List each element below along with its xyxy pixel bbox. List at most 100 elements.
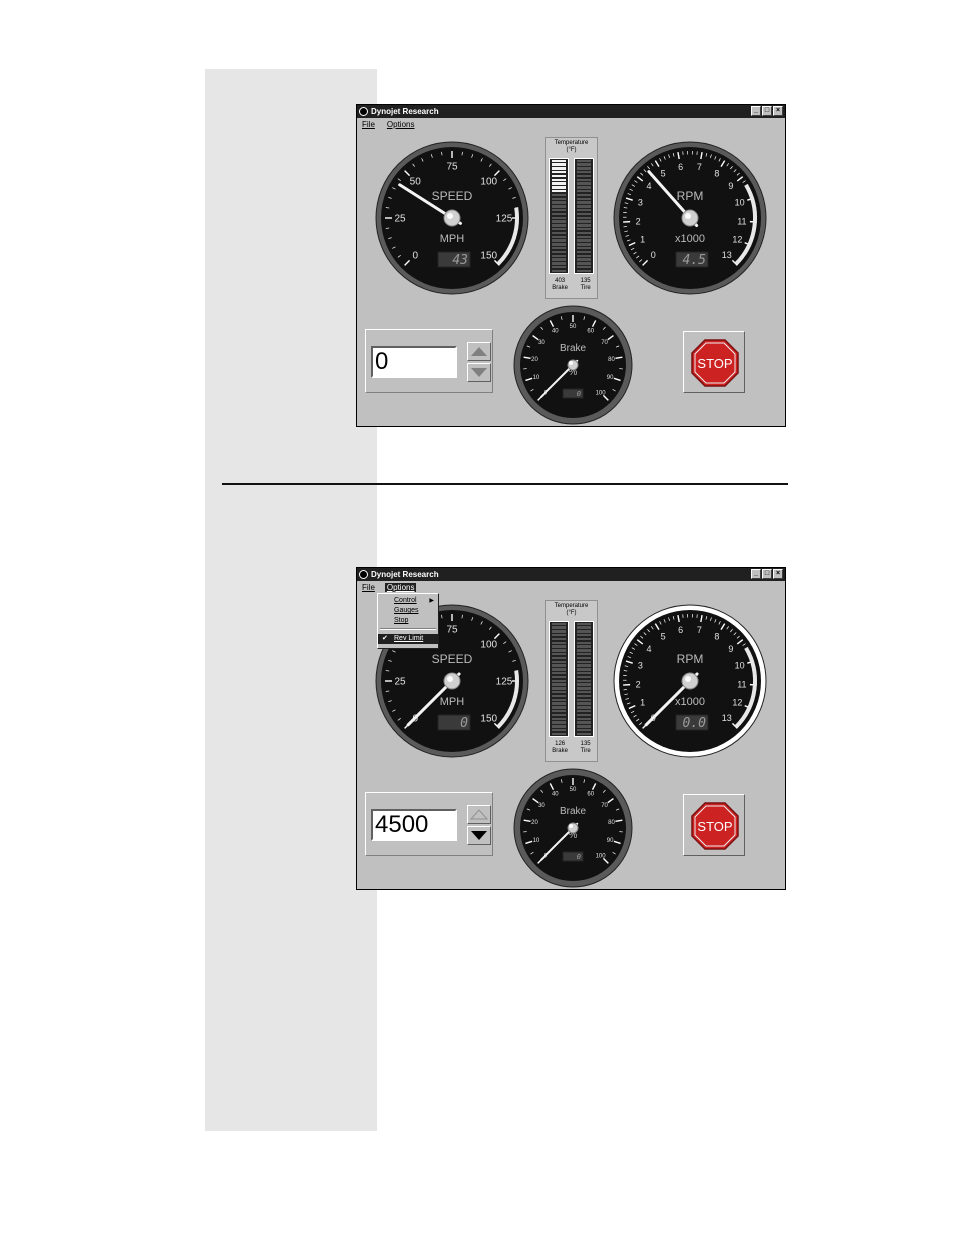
temperature-title: Temperature [554, 603, 589, 609]
triangle-up-icon [471, 347, 487, 356]
control-value-input[interactable]: 0 [371, 346, 457, 378]
gauge-tick-label: 11 [737, 216, 746, 226]
temp-segment [577, 706, 591, 709]
menu-item-rev-limit[interactable]: ✔ Rev Limit [378, 634, 438, 644]
minimize-icon[interactable]: _ [751, 569, 761, 579]
temp-segment [577, 235, 591, 239]
menu-options[interactable]: Options [384, 582, 417, 592]
gauge-tick-label: 7 [697, 162, 702, 172]
temp-segment [577, 193, 591, 197]
maximize-icon[interactable]: □ [762, 569, 772, 579]
close-icon[interactable]: × [773, 106, 783, 116]
temp-segment [552, 170, 566, 174]
minimize-icon[interactable]: _ [751, 106, 761, 116]
temp-segment [552, 262, 566, 265]
temp-segment [552, 683, 566, 686]
temp-segment [577, 702, 591, 705]
spin-up-button[interactable] [467, 805, 491, 824]
temp-segment [552, 706, 566, 709]
title-bar[interactable]: Dynojet Research _ □ × [357, 105, 785, 118]
temp-segment [552, 664, 566, 667]
temp-segment [577, 679, 591, 683]
gauge-tick-label: 125 [496, 677, 513, 688]
needle-hub [567, 359, 579, 371]
spin-up-button[interactable] [467, 342, 491, 361]
app-window-2: Dynojet Research _ □ × File Options 0255… [356, 567, 786, 890]
gauge-tick-label: 100 [596, 854, 607, 860]
gauge-tick-label: 50 [570, 787, 577, 793]
temp-segment [552, 246, 566, 250]
stop-button[interactable]: STOP [683, 794, 745, 856]
temp-segment [552, 622, 566, 626]
temp-segment [577, 637, 591, 641]
temp-segment [552, 709, 566, 713]
temp-segment [552, 205, 566, 208]
triangle-down-icon [471, 368, 487, 377]
gauge-tick-label: 2 [636, 679, 641, 689]
temp-segment [577, 675, 591, 679]
temp-segment [577, 656, 591, 660]
close-icon[interactable]: × [773, 569, 783, 579]
control-panel: 0 [365, 329, 493, 393]
control-value-input[interactable]: 4500 [371, 809, 457, 841]
maximize-icon[interactable]: □ [762, 106, 772, 116]
gauge-tick-label: 4 [647, 644, 652, 654]
app-icon[interactable] [359, 107, 368, 116]
stop-label: STOP [697, 819, 732, 834]
temp-segment [552, 178, 566, 182]
gauge-tick-label: 6 [678, 625, 683, 635]
app-icon[interactable] [359, 570, 368, 579]
menu-item-stop[interactable]: Stop [378, 616, 438, 626]
title-bar[interactable]: Dynojet Research _ □ × [357, 568, 785, 581]
digital-readout: 0 [577, 853, 581, 861]
gauge-tick-label: 10 [735, 198, 745, 208]
temp-segment [552, 159, 566, 163]
temp-segment [577, 683, 591, 686]
needle-hub [567, 822, 579, 834]
temp-segment [577, 671, 591, 675]
temp-segment [552, 679, 566, 683]
digital-readout: 43 [452, 253, 468, 268]
temp-segment [577, 732, 591, 736]
spin-down-button[interactable] [467, 363, 491, 382]
gauge-tick-label: 100 [596, 391, 607, 397]
temperature-unit: (°F) [566, 610, 577, 616]
brake-temp-label: Brake [552, 285, 568, 291]
tire-temp-label: Tire [580, 748, 591, 754]
menu-item-control[interactable]: Control ▶ [378, 596, 438, 606]
gauge-tick-label: 11 [737, 679, 746, 689]
temp-segment [577, 197, 591, 201]
needle-hub-highlight [685, 213, 691, 219]
menu-file[interactable]: File [360, 583, 377, 592]
temp-segment [577, 246, 591, 250]
temp-segment [552, 193, 566, 197]
gauge-tick-label: 10 [533, 375, 540, 381]
temp-segment [552, 182, 566, 185]
temp-segment [552, 269, 566, 273]
gauge-title: RPM [677, 189, 704, 203]
temp-segment [552, 671, 566, 675]
spin-down-button[interactable] [467, 826, 491, 845]
tire-temp-bar [574, 621, 594, 737]
triangle-up-icon [469, 809, 489, 820]
menu-item-label: Stop [394, 617, 409, 624]
gauge-tick-label: 10 [533, 838, 540, 844]
menu-options[interactable]: Options [385, 120, 417, 129]
gauge-tick-label: 3 [638, 661, 643, 671]
gauge-tick-label: 8 [714, 632, 719, 642]
temperature-panel: Temperature (°F) 403 Brake 135 Tire [545, 137, 598, 299]
gauge-tick-label: 60 [587, 328, 594, 334]
gauge-tick-label: 125 [496, 214, 513, 225]
menu-file[interactable]: File [360, 120, 377, 129]
stop-button[interactable]: STOP [683, 331, 745, 393]
menu-separator [380, 628, 436, 630]
gauge-tick-label: 150 [480, 250, 497, 261]
gauge-tick-label: 12 [732, 234, 742, 244]
tire-temp-bar [574, 158, 594, 274]
temp-segment [552, 243, 566, 246]
temp-segment [577, 721, 591, 724]
menu-item-gauges[interactable]: Gauges [378, 606, 438, 616]
temp-segment [577, 159, 591, 163]
gauge-title: SPEED [432, 189, 473, 203]
needle-hub-highlight [685, 676, 691, 682]
